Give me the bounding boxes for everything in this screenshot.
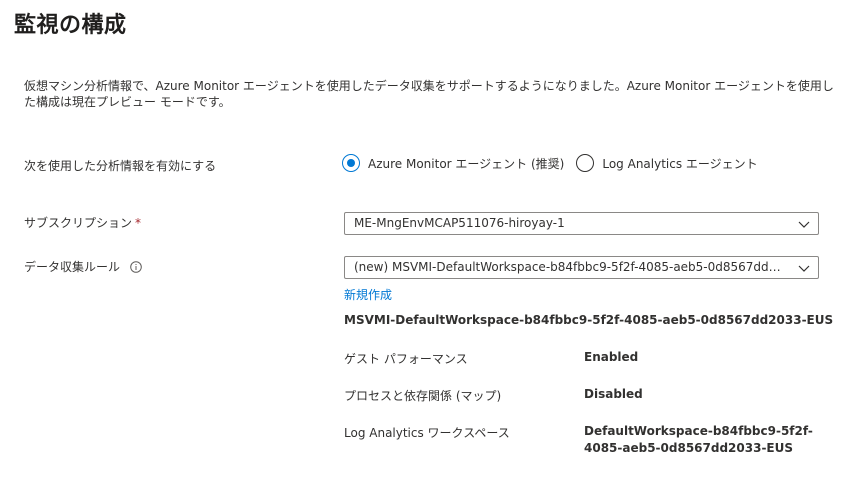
subscription-label: サブスクリプション *: [24, 214, 141, 231]
info-icon[interactable]: [130, 261, 142, 273]
radio-checked-indicator[interactable]: [342, 154, 360, 172]
radio-log-analytics-agent-label: Log Analytics エージェント: [602, 156, 758, 171]
dcr-value: (new) MSVMI-DefaultWorkspace-b84fbbc9-5f…: [354, 260, 804, 274]
radio-azure-monitor-agent-label: Azure Monitor エージェント (推奨): [368, 156, 565, 171]
chevron-down-icon: [798, 221, 810, 228]
required-mark: *: [135, 216, 142, 230]
detail-value-guest-performance: Enabled: [584, 350, 639, 364]
subscription-dropdown[interactable]: ME-MngEnvMCAP511076-hiroyay-1: [344, 212, 819, 235]
monitoring-config-page: 監視の構成 仮想マシン分析情報で、Azure Monitor エージェントを使用…: [0, 0, 843, 503]
detail-value-process-dependencies: Disabled: [584, 387, 643, 401]
create-new-dcr-link[interactable]: 新規作成: [344, 286, 392, 303]
detail-label-log-analytics-workspace: Log Analytics ワークスペース: [344, 426, 510, 440]
detail-value-log-analytics-workspace: DefaultWorkspace-b84fbbc9-5f2f-4085-aeb5…: [584, 424, 813, 455]
dcr-rule-name: MSVMI-DefaultWorkspace-b84fbbc9-5f2f-408…: [344, 313, 834, 327]
chevron-down-icon: [798, 265, 810, 272]
dcr-label-text: データ収集ルール: [24, 260, 121, 274]
preview-info-text: 仮想マシン分析情報で、Azure Monitor エージェントを使用したデータ収…: [24, 79, 834, 109]
dcr-dropdown[interactable]: (new) MSVMI-DefaultWorkspace-b84fbbc9-5f…: [344, 256, 819, 279]
page-title: 監視の構成: [14, 13, 127, 38]
radio-unchecked-indicator[interactable]: [576, 154, 595, 172]
detail-label-guest-performance: ゲスト パフォーマンス: [344, 352, 468, 366]
radio-log-analytics-agent[interactable]: Log Analytics エージェント: [576, 154, 758, 172]
dcr-label: データ収集ルール: [24, 258, 142, 275]
radio-azure-monitor-agent[interactable]: Azure Monitor エージェント (推奨): [342, 154, 564, 172]
subscription-value: ME-MngEnvMCAP511076-hiroyay-1: [354, 216, 565, 230]
detail-label-process-dependencies: プロセスと依存関係 (マップ): [344, 389, 502, 403]
subscription-label-text: サブスクリプション: [24, 216, 133, 230]
insights-label: 次を使用した分析情報を有効にする: [24, 159, 217, 173]
insights-radio-group: Azure Monitor エージェント (推奨) Log Analytics …: [342, 154, 770, 172]
